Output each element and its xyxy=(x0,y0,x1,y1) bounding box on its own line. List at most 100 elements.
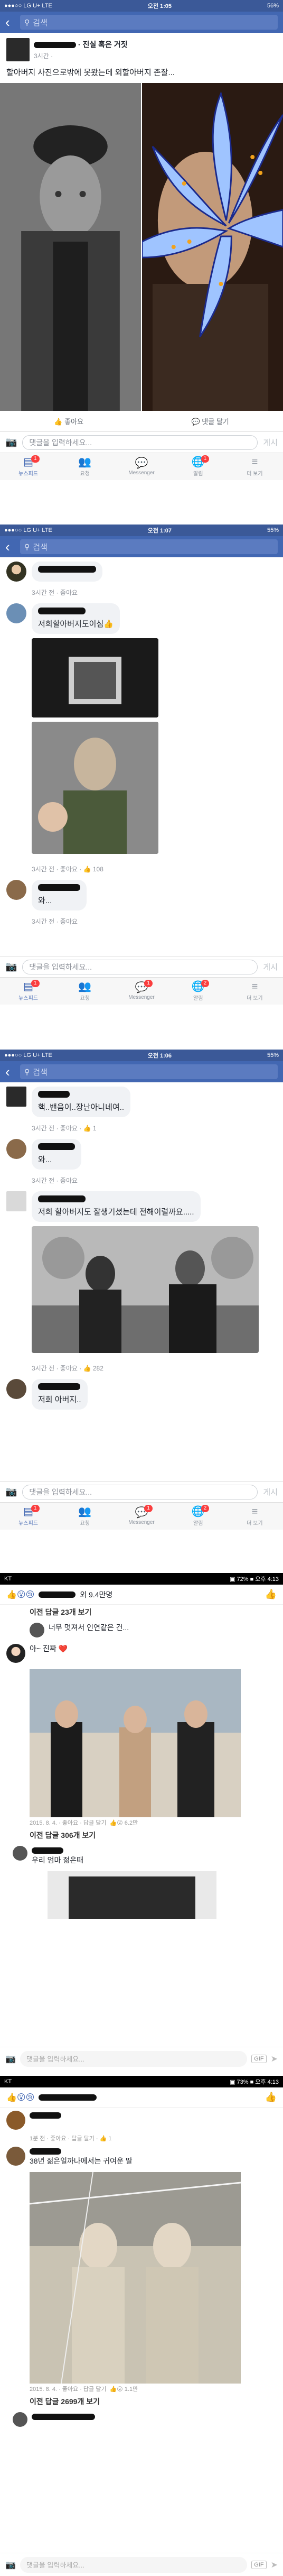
reaction-icons: 👍😮😢 xyxy=(6,2093,35,2102)
tab-notifications[interactable]: 🌐 1 알림 xyxy=(170,453,227,480)
previous-replies-link[interactable]: 이전 답글 2699개 보기 xyxy=(0,2394,283,2409)
like-icon[interactable]: 👍 xyxy=(265,2092,277,2103)
avatar[interactable] xyxy=(13,2412,27,2427)
tab-notifications[interactable]: 🌐 2 알림 xyxy=(170,1503,227,1530)
avatar[interactable] xyxy=(6,562,26,582)
send-icon[interactable]: ➤ xyxy=(271,2054,278,2064)
gif-button[interactable]: GIF xyxy=(251,2560,267,2569)
comment-photo[interactable] xyxy=(29,2172,241,2384)
author-name xyxy=(38,608,86,614)
friends-icon: 👥 xyxy=(78,981,92,992)
post-button[interactable]: 게시 xyxy=(263,961,278,972)
tab-badge: 1 xyxy=(144,980,153,987)
post-button[interactable]: 게시 xyxy=(263,1486,278,1497)
comment-bubble: 와... xyxy=(32,880,87,910)
avatar[interactable] xyxy=(6,880,26,900)
back-arrow-icon[interactable]: ‹ xyxy=(5,1065,14,1079)
reply-placeholder: 댓글을 입력하세요... xyxy=(26,2561,85,2569)
camera-icon[interactable]: 📷 xyxy=(5,437,17,448)
tab-requests[interactable]: 👥 요청 xyxy=(56,453,113,480)
comment-photo-2[interactable] xyxy=(32,722,158,854)
avatar[interactable] xyxy=(6,1087,26,1107)
tab-newsfeed[interactable]: ▤ 1 뉴스피드 xyxy=(0,978,56,1005)
send-icon[interactable]: ➤ xyxy=(271,2560,278,2570)
tab-label: 뉴스피드 xyxy=(18,471,38,477)
comment-photo-partial[interactable] xyxy=(48,1871,216,1919)
back-arrow-icon[interactable]: ‹ xyxy=(5,540,14,554)
photo-likes: 1.1만 xyxy=(124,2386,138,2393)
avatar[interactable] xyxy=(6,38,30,61)
avatar[interactable] xyxy=(6,2111,25,2130)
tab-more[interactable]: ≡ 더 보기 xyxy=(227,978,283,1005)
comment-field[interactable]: 댓글을 입력하세요... xyxy=(22,959,258,974)
tab-messenger[interactable]: 💬 1 Messenger xyxy=(113,1503,169,1530)
status-bar: KT ▣ 73% ■ 오후 4:13 xyxy=(0,2076,283,2087)
reactions-count: 외 9.4만명 xyxy=(80,1590,113,1599)
comment-item xyxy=(0,557,283,586)
tab-requests[interactable]: 👥 요청 xyxy=(56,1503,113,1530)
carrier-label: KT xyxy=(4,1576,12,1582)
camera-icon[interactable]: 📷 xyxy=(5,961,17,972)
camera-icon[interactable]: 📷 xyxy=(5,2054,16,2064)
comment-photo[interactable] xyxy=(30,1669,241,1817)
screenshot-5: KT ▣ 73% ■ 오후 4:13 👍😮😢 👍 1분 전 · 좋아요 · 답글… xyxy=(0,2076,283,2576)
camera-icon[interactable]: 📷 xyxy=(5,1486,17,1497)
reply-field[interactable]: 댓글을 입력하세요... xyxy=(20,2050,248,2067)
comment-placeholder: 댓글을 입력하세요... xyxy=(29,962,92,971)
avatar[interactable] xyxy=(6,1644,25,1663)
photo-likes: 6.2만 xyxy=(124,1820,138,1826)
avatar[interactable] xyxy=(6,2147,25,2166)
tab-messenger[interactable]: 💬 1 Messenger xyxy=(113,978,169,1005)
comment-field[interactable]: 댓글을 입력하세요... xyxy=(22,1484,258,1499)
comment-field[interactable]: 댓글을 입력하세요... xyxy=(22,435,258,450)
search-input[interactable]: ⚲ 검색 xyxy=(20,539,278,554)
comment-photo-1[interactable] xyxy=(32,638,158,717)
comment-text: 아~ 진짜 ❤️ xyxy=(30,1644,68,1653)
avatar[interactable] xyxy=(13,1846,27,1861)
photo-grandson[interactable] xyxy=(141,83,283,411)
avatar[interactable] xyxy=(6,1191,26,1211)
like-button[interactable]: 👍 좋아요 xyxy=(54,416,83,426)
battery-label: 55% xyxy=(267,1052,279,1059)
friends-icon: 👥 xyxy=(78,456,92,468)
search-input[interactable]: ⚲ 검색 xyxy=(20,1064,278,1079)
tab-notifications[interactable]: 🌐 2 알림 xyxy=(170,978,227,1005)
post-button[interactable]: 게시 xyxy=(263,437,278,448)
tab-badge: 1 xyxy=(31,1505,40,1512)
comment-button[interactable]: 💬 댓글 달기 xyxy=(191,416,229,426)
previous-replies-link[interactable]: 이전 답글 306개 보기 xyxy=(0,1828,283,1843)
tab-more[interactable]: ≡ 더 보기 xyxy=(227,1503,283,1530)
like-icon[interactable]: 👍 xyxy=(265,1589,277,1600)
gif-button[interactable]: GIF xyxy=(251,2054,267,2063)
camera-icon[interactable]: 📷 xyxy=(5,2560,16,2570)
status-right: ▣ 73% ■ 오후 4:13 xyxy=(230,2079,279,2085)
tab-requests[interactable]: 👥 요청 xyxy=(56,978,113,1005)
tab-label: 요청 xyxy=(80,996,90,1001)
bottom-tab-bar: ▤ 1 뉴스피드 👥 요청 💬 Messenger 🌐 1 알림 ≡ 더 보기 xyxy=(0,453,283,480)
tab-newsfeed[interactable]: ▤ 1 뉴스피드 xyxy=(0,453,56,480)
tab-more[interactable]: ≡ 더 보기 xyxy=(227,453,283,480)
reply-input-bar: 📷 댓글을 입력하세요... GIF ➤ xyxy=(0,2553,283,2576)
back-arrow-icon[interactable]: ‹ xyxy=(5,15,14,29)
status-right: ▣ 72% ■ 오후 4:13 xyxy=(230,1576,279,1583)
avatar[interactable] xyxy=(6,1379,26,1399)
author-name xyxy=(38,566,96,573)
tab-messenger[interactable]: 💬 Messenger xyxy=(113,453,169,480)
tab-label: 요청 xyxy=(80,1521,90,1526)
tab-newsfeed[interactable]: ▤ 1 뉴스피드 xyxy=(0,1503,56,1530)
screenshot-2: ●●●○○ LG U+ LTE 오전 1:07 55% ‹ ⚲ 검색 3시간 전… xyxy=(0,525,283,1032)
comment-photo[interactable] xyxy=(32,1226,259,1353)
clock: 오전 1:05 xyxy=(147,3,172,10)
redacted-name xyxy=(39,1591,76,1598)
menu-icon: ≡ xyxy=(251,1506,258,1517)
avatar[interactable] xyxy=(6,603,26,623)
previous-replies-link[interactable]: 이전 답글 23개 보기 xyxy=(0,1605,283,1620)
photo-grandfather[interactable] xyxy=(0,83,141,411)
messenger-icon: 💬 xyxy=(135,457,148,469)
avatar[interactable] xyxy=(6,1139,26,1159)
search-placeholder: 검색 xyxy=(33,1068,48,1077)
reply-field[interactable]: 댓글을 입력하세요... xyxy=(20,2556,248,2573)
tab-badge: 1 xyxy=(144,1505,153,1512)
search-input[interactable]: ⚲ 검색 xyxy=(20,15,278,30)
avatar[interactable] xyxy=(30,1623,44,1637)
